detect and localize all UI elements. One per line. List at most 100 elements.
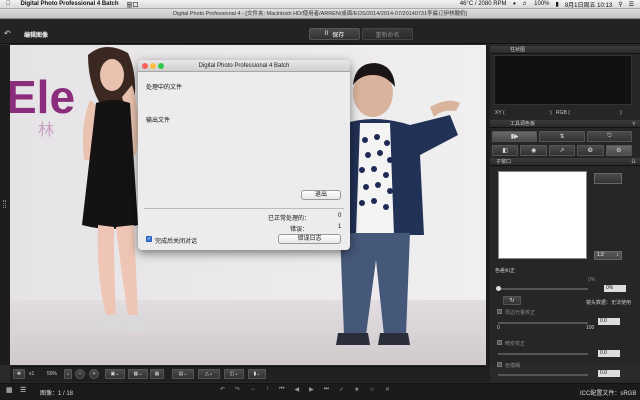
basic-adjust-tool-icon[interactable]: ▮▶: [492, 131, 538, 142]
window-title: Digital Photo Professional 4 - [文件夹: Mac…: [0, 9, 640, 19]
back-arrow-icon[interactable]: ↶: [4, 29, 13, 38]
tone-tool-icon[interactable]: ◧: [492, 145, 519, 156]
crop-frame-icon[interactable]: ▣⌄: [105, 369, 125, 379]
svg-text:Ele: Ele: [10, 71, 75, 123]
rotate-left-icon[interactable]: ↶: [220, 386, 225, 393]
processed-label: 已正常处理的：: [268, 216, 311, 222]
exit-button[interactable]: 退出: [301, 190, 341, 200]
left-panel-handle[interactable]: [0, 45, 10, 365]
distortion-input[interactable]: 0.0: [598, 350, 620, 357]
tool-tabs-row-2: ◧ ◉ ↗ ❂ ⚙: [492, 145, 633, 156]
tool-palette-header[interactable]: 工具调色板 ∨: [490, 120, 640, 128]
lens-tool-icon[interactable]: ◉: [520, 145, 547, 156]
info-panel-icon[interactable]: ▮⌄: [248, 369, 266, 379]
aberration-input[interactable]: 0%: [604, 285, 626, 292]
previous-image-icon[interactable]: ◀: [294, 386, 299, 393]
next-image-icon[interactable]: ▶: [309, 386, 314, 393]
temperature-status[interactable]: 46°C / 2080 RPM: [460, 1, 507, 7]
zoom-dropdown-icon[interactable]: ⌄: [64, 369, 72, 379]
grid-view-icon[interactable]: ▦: [6, 387, 15, 395]
flip-vertical-icon[interactable]: ↕: [266, 386, 269, 393]
icc-profile: ICC配置文件：sRGB: [580, 391, 637, 397]
battery-icon[interactable]: ▮: [556, 1, 559, 8]
grid-icon[interactable]: ▦: [150, 369, 164, 379]
list-view-icon[interactable]: ☰: [20, 387, 29, 395]
color-blur-input[interactable]: 0.0: [598, 370, 620, 377]
rotate-right-icon[interactable]: ↷: [235, 386, 240, 393]
chevron-double-down-icon[interactable]: ⇊: [631, 158, 636, 166]
peripheral-input[interactable]: 0.0: [598, 318, 620, 325]
peripheral-checkbox[interactable]: [497, 309, 502, 314]
compare-icon[interactable]: △⌄: [198, 369, 220, 379]
clock[interactable]: 8月1日周五 10:13: [565, 0, 612, 9]
window-menu[interactable]: 窗口: [127, 0, 139, 9]
first-image-icon[interactable]: ⏮: [279, 386, 284, 393]
display-mode-icon[interactable]: ◫⌄: [224, 369, 244, 379]
aberration-slider-knob[interactable]: [496, 286, 501, 291]
zoom-out-icon[interactable]: −: [75, 369, 85, 379]
magnify-level[interactable]: x1: [29, 371, 34, 377]
minimize-window-icon[interactable]: [150, 63, 156, 69]
navigator-preview[interactable]: [498, 171, 587, 259]
rename-button[interactable]: 重新命名: [362, 28, 413, 40]
zoom-window-icon[interactable]: [158, 63, 164, 69]
rotate-controls: ↶ ↷ ↔ ↕ ⏮ ◀ ▶ ⏭ ✓ ★ ☆ ✕: [220, 386, 390, 393]
distortion-checkbox[interactable]: [497, 340, 502, 345]
errors-label: 错误：: [290, 227, 309, 233]
crop-tool-icon[interactable]: ⇅: [539, 131, 585, 142]
apple-menu-icon[interactable]: : [6, 1, 11, 7]
zoom-select[interactable]: 1:2 ↕: [594, 251, 622, 260]
settings-gear-icon[interactable]: ⚙: [605, 145, 633, 156]
volume-icon[interactable]: ♬: [522, 1, 528, 7]
distortion-slider-track[interactable]: [498, 353, 588, 355]
dialog-title: Digital Photo Professional 4 Batch: [138, 60, 350, 72]
battery-status[interactable]: 100%: [534, 1, 549, 7]
chromatic-aberration-label: 色差纠正: [495, 268, 516, 274]
close-window-icon[interactable]: [142, 63, 148, 69]
preview-frame-button[interactable]: [594, 173, 622, 184]
af-point-icon[interactable]: ▦⌄: [128, 369, 148, 379]
aberration-slider-track[interactable]: [498, 288, 588, 290]
notification-icon[interactable]: ☰: [629, 1, 634, 8]
mac-menubar:  Digital Photo Professional 4 Batch 窗口 …: [0, 0, 640, 9]
rating-icon[interactable]: ★: [354, 386, 359, 393]
color-blur-checkbox[interactable]: [497, 362, 502, 367]
wifi-icon[interactable]: ◕: [513, 1, 517, 7]
scale-100: 100: [586, 325, 595, 331]
check-mark-icon[interactable]: ✓: [339, 386, 344, 393]
app-menu[interactable]: Digital Photo Professional 4 Batch: [21, 1, 119, 7]
error-log-button[interactable]: 错误日志: [278, 234, 341, 244]
delete-icon[interactable]: ✕: [385, 386, 390, 393]
distortion-label: 畸变校正: [505, 341, 526, 347]
stamp-tool-icon[interactable]: ⎋: [586, 131, 632, 142]
save-icon: ⌷: [324, 30, 329, 37]
close-on-finish-label: 完成后关闭对话: [155, 239, 198, 245]
star-outline-icon[interactable]: ☆: [370, 386, 375, 393]
zoom-level[interactable]: 50%: [47, 371, 57, 377]
errors-count: 1: [338, 224, 342, 230]
fit-screen-icon[interactable]: ✥: [13, 369, 25, 379]
save-button[interactable]: ⌷ 保存: [309, 28, 360, 40]
curve-tool-icon[interactable]: ↗: [548, 145, 576, 156]
histogram-header[interactable]: 柱状图: [490, 46, 640, 54]
last-image-icon[interactable]: ⏭: [324, 386, 329, 393]
scale-0: 0: [497, 325, 500, 331]
chevron-down-icon[interactable]: ∨: [632, 120, 636, 128]
color-blur-label: 色模糊: [505, 363, 521, 369]
layout-select-icon[interactable]: ▤⌄: [172, 369, 194, 379]
select-arrows-icon: ↕: [616, 252, 620, 258]
grip-icon: [3, 200, 6, 208]
subwindow-title: 子窗口: [496, 159, 512, 165]
color-tool-icon[interactable]: ❂: [577, 145, 604, 156]
reset-icon[interactable]: ↻: [503, 296, 521, 305]
color-blur-slider-track[interactable]: [498, 374, 588, 376]
aberration-value: 0%: [588, 277, 596, 283]
spotlight-icon[interactable]: ⚲: [618, 1, 622, 8]
zoom-in-icon[interactable]: +: [89, 369, 99, 379]
subwindow-header[interactable]: 子窗口 ⇊: [490, 158, 640, 166]
peripheral-slider-track[interactable]: [498, 322, 588, 324]
flip-horizontal-icon[interactable]: ↔: [250, 386, 256, 393]
rgb-label: RGB (: [556, 110, 570, 116]
lens-data-info: 镜头数据：无法使用: [586, 300, 632, 306]
close-on-finish-checkbox[interactable]: ✓: [146, 236, 152, 242]
